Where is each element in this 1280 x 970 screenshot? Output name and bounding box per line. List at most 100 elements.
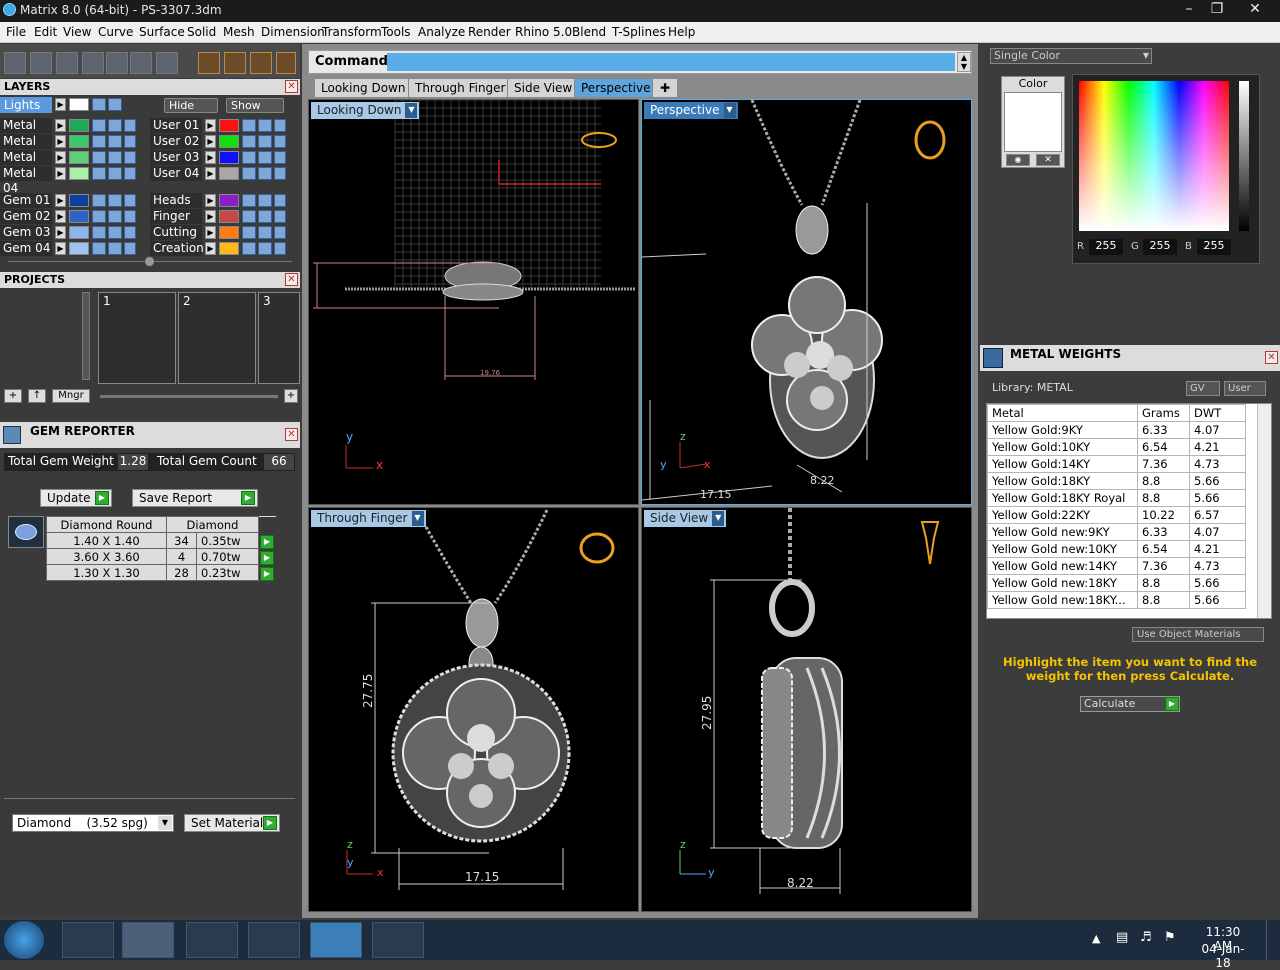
layer-toggle[interactable] [274, 210, 286, 223]
layer-toggle[interactable] [124, 151, 136, 164]
tray-arrow-icon[interactable]: ▲ [1092, 932, 1100, 945]
layer-name[interactable]: Gem 03 [0, 225, 52, 240]
command-scroll[interactable]: ▲ ▼ [957, 52, 971, 72]
lock-icon[interactable] [92, 167, 106, 180]
lock-icon[interactable] [92, 194, 106, 207]
maximize-button[interactable]: ❐ [1202, 0, 1232, 20]
up-button[interactable]: ↑ [28, 389, 46, 403]
add-slot-button[interactable]: + [284, 389, 298, 403]
menu-tools[interactable]: Tools [381, 25, 411, 39]
metal-row[interactable]: Yellow Gold new:14KY 7.36 4.73 [987, 557, 1246, 575]
metal-table-scrollbar[interactable] [1257, 404, 1271, 618]
lock-icon[interactable] [92, 226, 106, 239]
visibility-icon[interactable] [108, 242, 122, 255]
layer-toggle[interactable] [274, 167, 286, 180]
tab-looking-down[interactable]: Looking Down [314, 78, 413, 98]
lock-icon[interactable] [92, 210, 106, 223]
gv-toggle[interactable]: GV [1186, 381, 1220, 396]
layer-row[interactable]: Gem 03 ▶ [0, 225, 140, 240]
update-button[interactable]: Update ▶ [40, 489, 112, 507]
layer-color-swatch[interactable] [219, 242, 239, 255]
layer-name[interactable]: Gem 04 [0, 241, 52, 256]
visibility-icon[interactable] [108, 194, 122, 207]
layer-name[interactable]: Metal 03 [0, 150, 52, 179]
layer-color-swatch[interactable] [69, 242, 89, 255]
menu-solid[interactable]: Solid [187, 25, 216, 39]
viewport-looking-down[interactable]: Looking Down ▼ 19.76 y x [308, 99, 639, 505]
menu-help[interactable]: Help [668, 25, 695, 39]
play-icon[interactable]: ▶ [55, 226, 66, 239]
osnap-icon[interactable] [224, 52, 246, 74]
visibility-icon[interactable] [258, 226, 272, 239]
layer-row[interactable]: User 03 ▶ [150, 150, 292, 165]
layer-name[interactable]: User 04 [150, 166, 202, 181]
layer-row[interactable]: Gem 01 ▶ [0, 193, 140, 208]
lock-icon[interactable] [92, 119, 106, 132]
project-slot[interactable]: 1 [98, 292, 176, 384]
metal-row[interactable]: Yellow Gold:14KY 7.36 4.73 [987, 455, 1246, 473]
play-icon[interactable]: ▶ [55, 119, 66, 132]
tab-side-view[interactable]: Side View [507, 78, 580, 98]
menu-transform[interactable]: Transform [322, 25, 382, 39]
play-icon[interactable]: ▶ [55, 194, 66, 207]
set-material-button[interactable]: Set Material ▶ [184, 814, 280, 832]
layer-color-swatch[interactable] [69, 194, 89, 207]
viewport-label-side-view[interactable]: Side View ▼ [644, 510, 727, 527]
layer-toggle[interactable] [274, 194, 286, 207]
menu-blend[interactable]: Blend [572, 25, 606, 39]
layer-row[interactable]: User 01 ▶ [150, 118, 292, 133]
viewport-side-view[interactable]: Side View ▼ 27.95 8.22 z y [641, 507, 972, 912]
user-toggle[interactable]: User [1224, 381, 1266, 396]
tab-perspective[interactable]: Perspective [574, 78, 658, 98]
layer-color-swatch[interactable] [219, 119, 239, 132]
visibility-icon[interactable] [258, 210, 272, 223]
visibility-icon[interactable] [258, 167, 272, 180]
layer-color-swatch[interactable] [69, 210, 89, 223]
command-input[interactable] [387, 53, 955, 71]
layer-row[interactable]: Finger ▶ [150, 209, 292, 224]
layer-toggle[interactable] [124, 135, 136, 148]
project-slot[interactable]: 2 [178, 292, 256, 384]
book-icon[interactable] [82, 52, 104, 74]
menu-file[interactable]: File [6, 25, 26, 39]
lights-swatch[interactable] [69, 98, 89, 111]
layer-toggle[interactable] [124, 194, 136, 207]
menu-render[interactable]: Render [468, 25, 511, 39]
projects-scrollbar[interactable] [82, 292, 90, 380]
play-icon[interactable]: ▶ [55, 151, 66, 164]
layer-row[interactable]: Gem 02 ▶ [0, 209, 140, 224]
start-icon[interactable] [4, 921, 44, 959]
layer-color-swatch[interactable] [219, 151, 239, 164]
layer-toggle[interactable] [124, 119, 136, 132]
layer-color-swatch[interactable] [219, 135, 239, 148]
layer-color-swatch[interactable] [219, 167, 239, 180]
layer-toggle[interactable] [124, 226, 136, 239]
layer-toggle[interactable] [124, 167, 136, 180]
layer-row[interactable]: Heads ▶ [150, 193, 292, 208]
visibility-icon[interactable] [108, 210, 122, 223]
viewport-label-perspective[interactable]: Perspective ▼ [644, 102, 738, 119]
monitor-icon[interactable] [30, 52, 52, 74]
layer-color-swatch[interactable] [219, 210, 239, 223]
play-icon[interactable]: ▶ [260, 550, 274, 565]
palette-icon[interactable]: ◉ [1006, 154, 1030, 166]
visibility-icon[interactable] [108, 151, 122, 164]
metal-row[interactable]: Yellow Gold:18KY Royal 8.8 5.66 [987, 489, 1246, 507]
layer-name[interactable]: User 03 [150, 150, 202, 165]
close-icon[interactable]: ✕ [285, 273, 298, 286]
menu-view[interactable]: View [63, 25, 91, 39]
g-value[interactable]: 255 [1143, 239, 1177, 255]
layer-toggle[interactable] [124, 242, 136, 255]
close-icon[interactable]: ✕ [285, 428, 298, 441]
play-icon[interactable]: ▶ [205, 226, 216, 239]
play-icon[interactable]: ▶ [205, 135, 216, 148]
layer-toggle[interactable] [274, 242, 286, 255]
projects-slider[interactable] [100, 395, 278, 398]
layer-name[interactable]: Gem 02 [0, 209, 52, 224]
layer-name[interactable]: Creation [150, 241, 204, 256]
play-icon[interactable]: ▶ [55, 210, 66, 223]
visibility-icon[interactable] [258, 151, 272, 164]
gem-row[interactable]: 1.30 X 1.30 28 0.23tw ▶ [46, 564, 276, 581]
show-button[interactable]: Show [226, 98, 284, 113]
layer-toggle[interactable] [274, 226, 286, 239]
